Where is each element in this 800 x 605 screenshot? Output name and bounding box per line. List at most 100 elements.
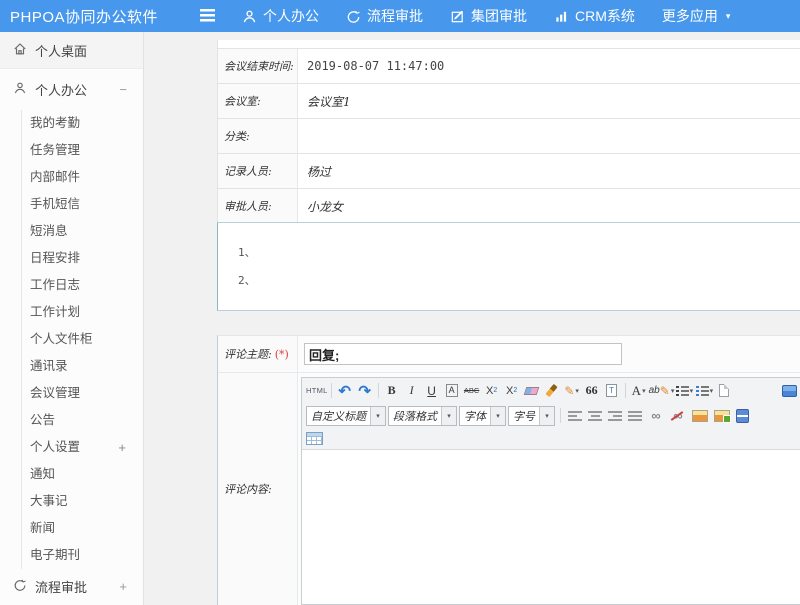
undo-button[interactable]: ↶ xyxy=(335,381,355,401)
toolbar-divider xyxy=(331,383,332,398)
sidebar-item-memorabilia[interactable]: 大事记 xyxy=(22,488,143,515)
chevron-down-icon: ▾ xyxy=(441,407,456,425)
top-header: PHPOA协同办公软件 个人办公 流程审批 集团审批 CRM系统 更多应用 ▾ xyxy=(0,0,800,32)
comment-content-row: 评论内容: HTML ↶ ↷ B I U xyxy=(218,373,800,605)
compose-icon xyxy=(450,9,465,24)
nav-workflow-approval[interactable]: 流程审批 xyxy=(346,6,423,26)
meeting-end-time-value: 2019-08-07 11:47:00 xyxy=(298,49,800,83)
chevron-down-icon: ▾ xyxy=(642,387,646,395)
content-area: 会议结束时间: 2019-08-07 11:47:00 会议室: 会议室1 分类… xyxy=(144,32,800,605)
comment-subject-input[interactable] xyxy=(304,343,622,365)
nav-crm-system[interactable]: CRM系统 xyxy=(554,6,635,26)
pencil-icon: ✎ xyxy=(660,384,670,398)
brush-icon xyxy=(546,384,558,397)
sidebar-item-contacts[interactable]: 通讯录 xyxy=(22,353,143,380)
insert-image-button[interactable] xyxy=(692,410,708,422)
insert-link-button[interactable]: ∞ xyxy=(646,406,666,426)
comment-content-value-cell: HTML ↶ ↷ B I U A ABC X2 X2 xyxy=(298,373,800,605)
expand-icon[interactable]: + xyxy=(118,434,126,461)
sidebar-item-task-management[interactable]: 任务管理 xyxy=(22,137,143,164)
nav-group-approval[interactable]: 集团审批 xyxy=(450,6,527,26)
bold-button[interactable]: B xyxy=(382,381,402,401)
editor-toolbar-row-3 xyxy=(302,428,800,449)
comment-subject-value-cell xyxy=(298,336,800,372)
char-border-button[interactable]: A xyxy=(442,381,462,401)
sidebar-item-meeting-management[interactable]: 会议管理 xyxy=(22,380,143,407)
sidebar: 个人桌面 个人办公 − 我的考勤 任务管理 内部邮件 手机短信 短消息 日程安排… xyxy=(0,32,144,605)
sidebar-item-personal-office[interactable]: 个人办公 − xyxy=(0,69,143,110)
paste-plain-button[interactable]: T xyxy=(602,381,622,401)
nav-more-apps[interactable]: 更多应用 ▾ xyxy=(662,6,731,26)
highlight-color-button[interactable]: ab✎▾ xyxy=(649,381,675,401)
sidebar-item-notification[interactable]: 通知 xyxy=(22,461,143,488)
sidebar-item-internal-mail[interactable]: 内部邮件 xyxy=(22,164,143,191)
approver-value: 小龙女 xyxy=(298,189,800,223)
ordered-list-icon xyxy=(676,385,689,396)
format-brush-button[interactable] xyxy=(542,381,562,401)
table-row: 会议室: 会议室1 xyxy=(218,84,800,119)
nav-personal-office[interactable]: 个人办公 xyxy=(242,6,319,26)
quick-format-button[interactable]: ✎▾ xyxy=(562,381,582,401)
insert-media-button[interactable] xyxy=(736,409,749,423)
sidebar-item-work-plan[interactable]: 工作计划 xyxy=(22,299,143,326)
subscript-button[interactable]: X2 xyxy=(502,381,522,401)
sidebar-item-news[interactable]: 新闻 xyxy=(22,515,143,542)
table-row: 会议结束时间: 2019-08-07 11:47:00 xyxy=(218,49,800,84)
superscript-button[interactable]: X2 xyxy=(482,381,502,401)
align-left-button[interactable] xyxy=(568,410,582,422)
italic-button[interactable]: I xyxy=(402,381,422,401)
new-page-button[interactable] xyxy=(714,381,734,401)
fullscreen-button[interactable] xyxy=(782,385,797,397)
custom-heading-select[interactable]: 自定义标题▾ xyxy=(306,406,386,426)
sidebar-item-mobile-sms[interactable]: 手机短信 xyxy=(22,191,143,218)
sidebar-item-personal-desktop[interactable]: 个人桌面 xyxy=(0,32,143,69)
sidebar-item-my-attendance[interactable]: 我的考勤 xyxy=(22,110,143,137)
sidebar-item-e-journal[interactable]: 电子期刊 xyxy=(22,542,143,569)
required-mark: (*) xyxy=(275,348,289,361)
collapse-icon[interactable]: − xyxy=(119,82,127,97)
comment-subject-label-cell: 评论主题: (*) xyxy=(218,336,298,372)
rich-text-editor: HTML ↶ ↷ B I U A ABC X2 X2 xyxy=(301,377,800,605)
meeting-room-value: 会议室1 xyxy=(298,84,800,118)
sidebar-item-schedule[interactable]: 日程安排 xyxy=(22,245,143,272)
upload-image-button[interactable] xyxy=(714,410,730,422)
font-color-button[interactable]: A▾ xyxy=(629,381,649,401)
sidebar-item-announcement[interactable]: 公告 xyxy=(22,407,143,434)
sidebar-item-workflow-approval[interactable]: 流程审批 + xyxy=(0,569,143,603)
meeting-notes-box: 1、 2、 xyxy=(217,222,800,311)
align-justify-button[interactable] xyxy=(628,410,642,422)
insert-table-button[interactable] xyxy=(306,432,323,445)
remove-link-button[interactable]: ∞ xyxy=(668,406,688,426)
sidebar-item-work-log[interactable]: 工作日志 xyxy=(22,272,143,299)
underline-button[interactable]: U xyxy=(422,381,442,401)
expand-icon[interactable]: + xyxy=(119,579,127,594)
redo-button[interactable]: ↷ xyxy=(355,381,375,401)
editor-content-area[interactable] xyxy=(302,449,800,604)
source-code-button[interactable]: HTML xyxy=(306,381,328,401)
recorder-value: 杨过 xyxy=(298,154,800,188)
category-value xyxy=(298,119,800,153)
comment-content-label-cell: 评论内容: xyxy=(218,373,298,605)
blockquote-button[interactable]: 66 xyxy=(582,381,602,401)
sidebar-subnav: 我的考勤 任务管理 内部邮件 手机短信 短消息 日程安排 工作日志 工作计划 个… xyxy=(21,110,143,569)
editor-toolbar-row-2: 自定义标题▾ 段落格式▾ 字体▾ 字号▾ ∞ ∞ xyxy=(302,403,800,428)
align-center-button[interactable] xyxy=(588,410,602,422)
clipboard-icon: T xyxy=(606,384,617,397)
strikethrough-button[interactable]: ABC xyxy=(462,381,482,401)
sidebar-item-personal-settings[interactable]: 个人设置+ xyxy=(22,434,143,461)
align-right-button[interactable] xyxy=(608,410,622,422)
note-line: 1、 xyxy=(238,239,800,267)
field-label: 审批人员: xyxy=(218,189,298,223)
font-family-select[interactable]: 字体▾ xyxy=(459,406,506,426)
unordered-list-button[interactable]: ▾ xyxy=(694,381,714,401)
app-window: PHPOA协同办公软件 个人办公 流程审批 集团审批 CRM系统 更多应用 ▾ xyxy=(0,0,800,605)
font-size-select[interactable]: 字号▾ xyxy=(508,406,555,426)
sidebar-item-personal-files[interactable]: 个人文件柜 xyxy=(22,326,143,353)
paragraph-format-select[interactable]: 段落格式▾ xyxy=(388,406,457,426)
ordered-list-button[interactable]: ▾ xyxy=(674,381,694,401)
menu-toggle-icon[interactable] xyxy=(200,9,215,22)
unordered-list-icon xyxy=(696,385,709,396)
remove-format-button[interactable] xyxy=(522,381,542,401)
person-icon xyxy=(242,9,257,24)
sidebar-item-short-message[interactable]: 短消息 xyxy=(22,218,143,245)
